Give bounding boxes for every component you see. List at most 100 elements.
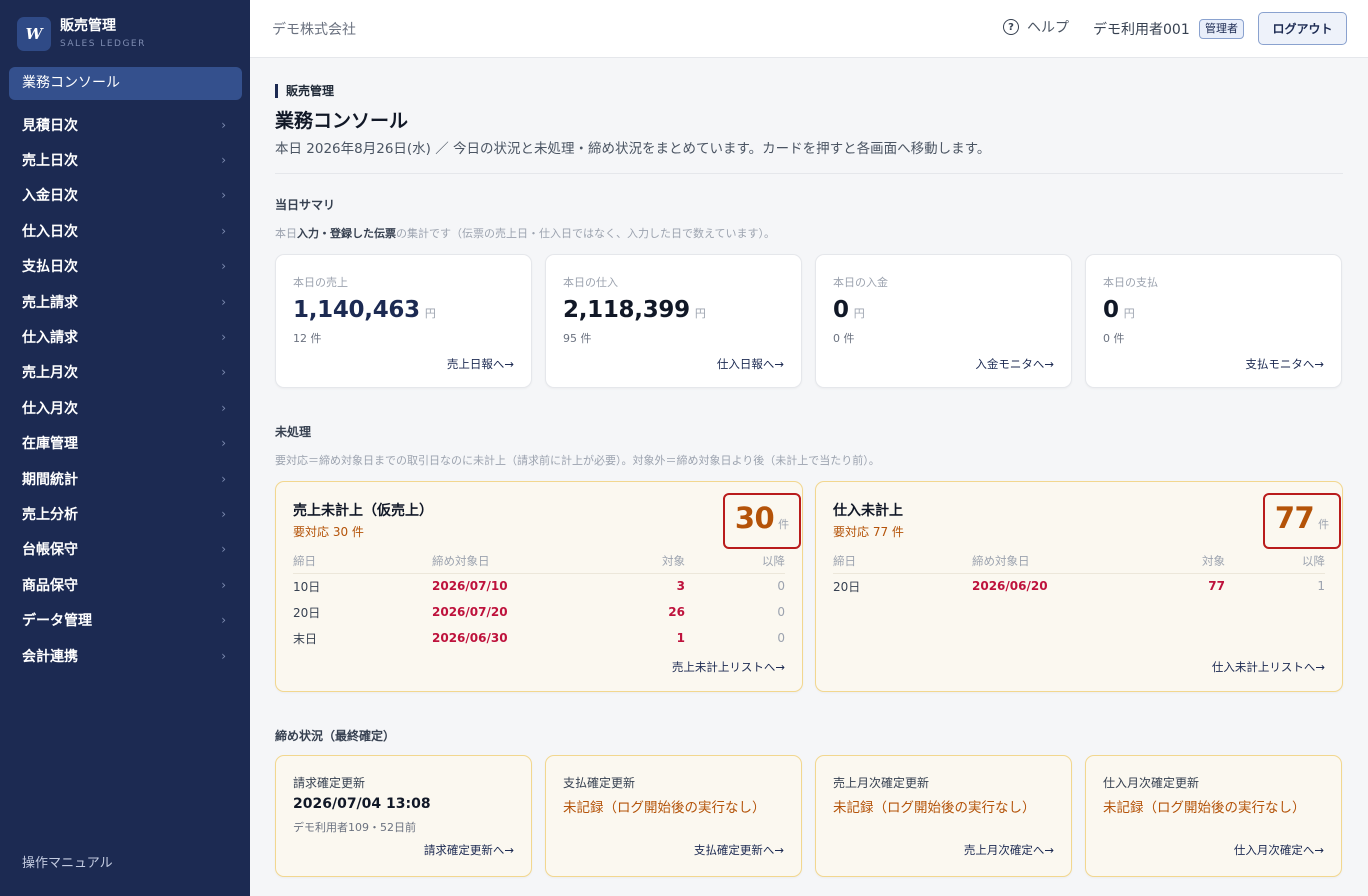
sidebar-item-label: 仕入日次 bbox=[22, 223, 78, 240]
pending-card-link[interactable]: 売上未計上リストへ→ bbox=[672, 659, 785, 675]
closing-card-link[interactable]: 支払確定更新へ→ bbox=[694, 842, 784, 858]
pending-count-value: 30 bbox=[734, 501, 775, 535]
table-row[interactable]: 20日 2026/07/20 26 0 bbox=[293, 599, 785, 625]
summary-card-link[interactable]: 仕入日報へ→ bbox=[717, 356, 784, 372]
chevron-right-icon: › bbox=[221, 117, 226, 132]
breadcrumb: 販売管理 bbox=[275, 84, 334, 98]
closing-card-link[interactable]: 仕入月次確定へ→ bbox=[1234, 842, 1324, 858]
closing-card[interactable]: 仕入月次確定更新 未記録（ログ開始後の実行なし） 仕入月次確定へ→ bbox=[1085, 755, 1342, 877]
closing-card-link[interactable]: 売上月次確定へ→ bbox=[964, 842, 1054, 858]
pending-card[interactable]: 売上未計上（仮売上） 要対応 30 件 30 件締日 締め対象日 対象 以降 10日 2026/… bbox=[275, 481, 803, 692]
summary-card-amount: 0円 bbox=[1103, 297, 1135, 323]
summary-card-link[interactable]: 売上日報へ→ bbox=[447, 356, 514, 372]
summary-card[interactable]: 本日の入金 0 円 0 件入金モニタへ→ bbox=[815, 254, 1072, 388]
sidebar-item-label: 見積日次 bbox=[22, 117, 78, 134]
sidebar-item[interactable]: 売上請求 › bbox=[0, 284, 250, 319]
summary-card-count: 12 件 bbox=[293, 332, 322, 345]
help-label: ヘルプ bbox=[1027, 20, 1069, 36]
summary-card-unit: 円 bbox=[1123, 307, 1135, 320]
column-header: 締日 bbox=[293, 549, 432, 574]
summary-card-value: 0 bbox=[1103, 297, 1119, 323]
sidebar-item[interactable]: 見積日次 › bbox=[0, 107, 250, 142]
divider bbox=[275, 173, 1343, 174]
summary-card-amount: 0円 bbox=[833, 297, 865, 323]
help-link[interactable]: ? ヘルプ bbox=[1003, 17, 1069, 37]
sidebar-item[interactable]: 売上分析 › bbox=[0, 496, 250, 531]
sidebar-item[interactable]: 売上日次 › bbox=[0, 142, 250, 177]
sidebar-item[interactable]: 入金日次 › bbox=[0, 178, 250, 213]
sidebar-item[interactable]: データ管理 › bbox=[0, 602, 250, 637]
sidebar-nav: 見積日次 › 売上日次 › 入金日次 › 仕入日次 › 支払日次 › 売上請求 › 仕入請求 › 売上月次 ›… bbox=[0, 107, 250, 673]
sidebar: W 販売管理 SALES LEDGER 業務コンソール 見積日次 › 売上日次 › 入金… bbox=[0, 0, 250, 896]
manual-link[interactable]: 操作マニュアル bbox=[22, 852, 113, 871]
chevron-right-icon: › bbox=[221, 471, 226, 486]
closing-card[interactable]: 支払確定更新 未記録（ログ開始後の実行なし） 支払確定更新へ→ bbox=[545, 755, 802, 877]
summary-card[interactable]: 本日の仕入 2,118,399 円 95 件仕入日報へ→ bbox=[545, 254, 802, 388]
closing-card-label: 売上月次確定更新 bbox=[833, 776, 930, 790]
sidebar-item[interactable]: 支払日次 › bbox=[0, 249, 250, 284]
summary-card-value: 0 bbox=[833, 297, 849, 323]
closing-card-label: 支払確定更新 bbox=[563, 776, 636, 790]
table-row[interactable]: 10日 2026/07/10 3 0 bbox=[293, 573, 785, 599]
pending-card-link[interactable]: 仕入未計上リストへ→ bbox=[1212, 659, 1325, 675]
brand-title: 販売管理 bbox=[60, 18, 116, 34]
sidebar-item[interactable]: 台帳保守 › bbox=[0, 532, 250, 567]
sidebar-item-label: 売上日次 bbox=[22, 153, 78, 170]
close-day-cell: 20日 bbox=[833, 579, 861, 594]
page-title: 業務コンソール bbox=[275, 110, 409, 132]
closing-card-meta: デモ利用者109・52日前 bbox=[293, 821, 416, 834]
sidebar-item[interactable]: 会計連携 › bbox=[0, 638, 250, 673]
sidebar-item[interactable]: 仕入日次 › bbox=[0, 213, 250, 248]
pending-count-unit: 件 bbox=[1318, 518, 1330, 531]
pending-count-value: 77 bbox=[1274, 501, 1315, 535]
close-day-cell: 末日 bbox=[293, 631, 318, 646]
target-date-cell: 2026/07/20 bbox=[432, 605, 508, 619]
logout-button[interactable]: ログアウト bbox=[1258, 12, 1347, 45]
after-count-cell: 1 bbox=[1317, 579, 1325, 594]
sidebar-item[interactable]: 期間統計 › bbox=[0, 461, 250, 496]
summary-card-label: 本日の入金 bbox=[833, 276, 888, 289]
summary-card-count: 95 件 bbox=[563, 332, 592, 345]
summary-card-link[interactable]: 入金モニタへ→ bbox=[975, 356, 1054, 372]
sidebar-item[interactable]: 在庫管理 › bbox=[0, 426, 250, 461]
pending-count-unit: 件 bbox=[778, 518, 790, 531]
closing-card-value: 2026/07/04 13:08 bbox=[293, 796, 431, 812]
summary-card-value: 2,118,399 bbox=[563, 297, 690, 323]
closing-card-link[interactable]: 請求確定更新へ→ bbox=[424, 842, 514, 858]
sidebar-item[interactable]: 仕入請求 › bbox=[0, 319, 250, 354]
sidebar-item[interactable]: 仕入月次 › bbox=[0, 390, 250, 425]
pending-note: 要対応＝締め対象日までの取引日なのに未計上（請求前に計上が必要）。対象外＝締め対… bbox=[275, 454, 880, 467]
summary-card[interactable]: 本日の売上 1,140,463 円 12 件売上日報へ→ bbox=[275, 254, 532, 388]
pending-card[interactable]: 仕入未計上 要対応 77 件 77 件締日 締め対象日 対象 以降 20日 2026/06/20… bbox=[815, 481, 1343, 692]
closing-card[interactable]: 売上月次確定更新 未記録（ログ開始後の実行なし） 売上月次確定へ→ bbox=[815, 755, 1072, 877]
table-row[interactable]: 20日 2026/06/20 77 1 bbox=[833, 573, 1325, 599]
summary-card-link[interactable]: 支払モニタへ→ bbox=[1245, 356, 1324, 372]
chevron-right-icon: › bbox=[221, 400, 226, 415]
summary-card-unit: 円 bbox=[853, 307, 865, 320]
table-row[interactable]: 末日 2026/06/30 1 0 bbox=[293, 625, 785, 651]
sidebar-item-console[interactable]: 業務コンソール bbox=[9, 67, 242, 100]
sidebar-item-label: 商品保守 bbox=[22, 577, 78, 594]
brand[interactable]: W 販売管理 SALES LEDGER bbox=[17, 16, 146, 52]
help-icon: ? bbox=[1003, 19, 1019, 35]
chevron-right-icon: › bbox=[221, 259, 226, 274]
closing-card-label: 請求確定更新 bbox=[293, 776, 366, 790]
closing-card[interactable]: 請求確定更新 2026/07/04 13:08 デモ利用者109・52日前 請求確定更… bbox=[275, 755, 532, 877]
brand-logo-icon: W bbox=[17, 17, 51, 51]
sidebar-item-label: 支払日次 bbox=[22, 259, 78, 276]
sidebar-item-label: 入金日次 bbox=[22, 188, 78, 205]
summary-card-label: 本日の支払 bbox=[1103, 276, 1158, 289]
sidebar-item-label: 台帳保守 bbox=[22, 542, 78, 559]
sidebar-item[interactable]: 売上月次 › bbox=[0, 355, 250, 390]
pending-count-badge: 77 件 bbox=[1263, 493, 1341, 549]
top-header: デモ株式会社 ? ヘルプ デモ利用者001 管理者 ログアウト bbox=[250, 0, 1368, 58]
after-count-cell: 0 bbox=[777, 605, 785, 619]
chevron-right-icon: › bbox=[221, 294, 226, 309]
pending-table: 締日 締め対象日 対象 以降 20日 2026/06/20 77 1 bbox=[833, 549, 1325, 599]
summary-card-amount: 2,118,399 円 bbox=[563, 297, 706, 323]
sidebar-item-label: 在庫管理 bbox=[22, 436, 78, 453]
sidebar-item[interactable]: 商品保守 › bbox=[0, 567, 250, 602]
chevron-right-icon: › bbox=[221, 330, 226, 345]
summary-card[interactable]: 本日の支払 0 円 0 件支払モニタへ→ bbox=[1085, 254, 1342, 388]
closing-card-label: 仕入月次確定更新 bbox=[1103, 776, 1200, 790]
